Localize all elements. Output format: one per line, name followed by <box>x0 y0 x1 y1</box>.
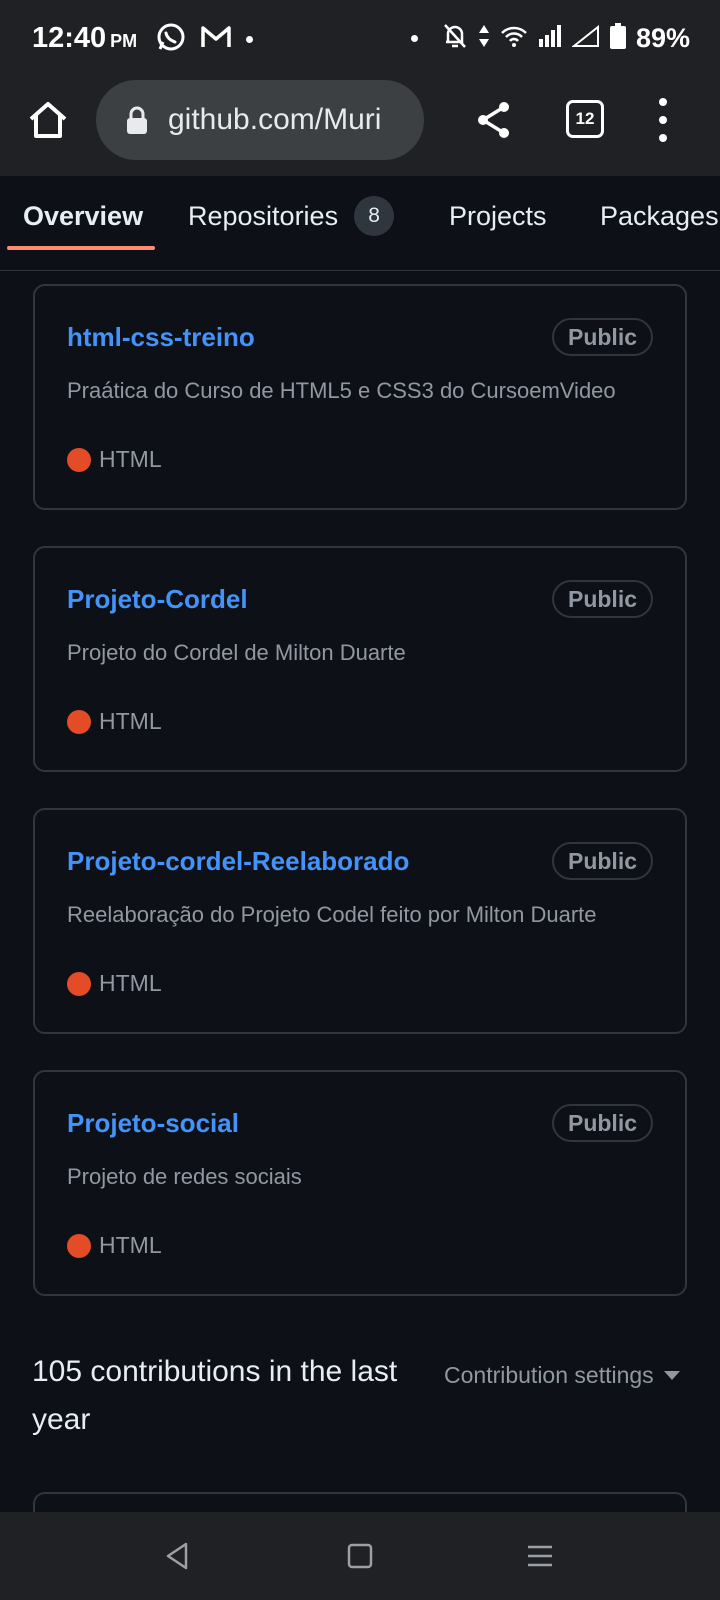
back-icon <box>166 1542 188 1570</box>
profile-tab-nav: Overview Repositories 8 Projects Packages <box>0 176 720 271</box>
contributions-heading: 105 contributions in the last year <box>32 1355 398 1436</box>
home-button[interactable] <box>26 98 70 142</box>
mute-icon <box>442 22 468 55</box>
visibility-badge: Public <box>551 1104 653 1142</box>
contribution-settings-label: Contribution settings <box>444 1362 654 1388</box>
repo-name-link[interactable]: Projeto-Cordel <box>67 584 248 615</box>
repo-description: Projeto do Cordel de Milton Duarte <box>67 640 406 665</box>
language-color-dot <box>67 447 91 472</box>
tab-repositories[interactable]: Repositories 8 <box>188 186 395 246</box>
menu-dot-icon <box>659 116 667 124</box>
language-color-dot <box>67 1233 91 1258</box>
back-button[interactable] <box>162 1540 194 1572</box>
language-name: HTML <box>99 970 162 996</box>
tab-overview[interactable]: Overview <box>23 186 143 246</box>
menu-dot-icon <box>659 134 667 142</box>
gmail-icon <box>200 24 232 55</box>
data-arrows-icon <box>478 24 490 53</box>
repo-card: Projeto-Cordel Public Projeto do Cordel … <box>33 546 687 772</box>
browser-toolbar: github.com/Muri 12 <box>0 80 720 177</box>
language-name: HTML <box>99 708 162 734</box>
battery-icon <box>609 23 626 54</box>
home-nav-button[interactable] <box>344 1540 376 1572</box>
tab-projects[interactable]: Projects <box>449 186 547 246</box>
active-tab-underline <box>7 246 155 250</box>
repo-name-link[interactable]: Projeto-social <box>67 1108 239 1139</box>
status-ampm: PM <box>110 31 138 51</box>
more-menu-button[interactable] <box>656 98 670 142</box>
repo-language: HTML <box>67 708 162 735</box>
menu-dot-icon <box>659 98 667 106</box>
status-bar: 12:40 PM 89% <box>0 0 720 80</box>
square-icon <box>347 1543 373 1569</box>
battery-percent: 89% <box>635 23 690 53</box>
lock-icon <box>127 106 147 134</box>
repo-description: Projeto de redes sociais <box>67 1164 302 1189</box>
repo-card: Projeto-cordel-Reelaborado Public Reelab… <box>33 808 687 1034</box>
repo-description: Praática do Curso de HTML5 e CSS3 do Cur… <box>67 378 616 403</box>
recents-icon <box>528 1545 552 1567</box>
visibility-badge: Public <box>551 580 653 618</box>
tab-packages[interactable]: Packages <box>600 186 719 246</box>
language-color-dot <box>67 971 91 996</box>
repo-description: Reelaboração do Projeto Codel feito por … <box>67 902 597 927</box>
recents-button[interactable] <box>524 1540 556 1572</box>
notification-icons <box>156 22 253 57</box>
url-text: github.com/Muri <box>168 103 382 136</box>
contribution-settings-dropdown[interactable]: Contribution settings <box>444 1362 680 1389</box>
dot-icon <box>410 35 418 42</box>
share-icon <box>478 102 509 138</box>
repo-card: Projeto-social Public Projeto de redes s… <box>33 1070 687 1296</box>
wifi-icon <box>500 25 528 52</box>
dot-icon <box>246 36 253 43</box>
repo-name-link[interactable]: Projeto-cordel-Reelaborado <box>67 846 409 877</box>
repositories-count-badge: 8 <box>354 196 395 236</box>
system-navigation-bar <box>0 1512 720 1600</box>
visibility-badge: Public <box>551 842 653 880</box>
caret-down-icon <box>663 1371 680 1380</box>
repo-language: HTML <box>67 970 162 997</box>
repo-language: HTML <box>67 1232 162 1259</box>
language-name: HTML <box>99 446 162 472</box>
whatsapp-icon <box>156 22 186 57</box>
visibility-badge: Public <box>551 318 653 356</box>
repo-card: html-css-treino Public Praática do Curso… <box>33 284 687 510</box>
signal-icon <box>538 25 562 52</box>
repo-language: HTML <box>67 446 162 473</box>
status-time: 12:40 PM <box>32 22 138 54</box>
language-color-dot <box>67 709 91 734</box>
tab-switcher-button[interactable]: 12 <box>566 100 604 138</box>
signal-outline-icon <box>571 24 600 52</box>
repo-name-link[interactable]: html-css-treino <box>67 322 255 353</box>
language-name: HTML <box>99 1232 162 1258</box>
home-icon <box>29 102 67 138</box>
system-status-icons: 89% <box>410 22 690 55</box>
share-button[interactable] <box>474 98 514 142</box>
url-bar[interactable]: github.com/Muri <box>96 80 424 160</box>
